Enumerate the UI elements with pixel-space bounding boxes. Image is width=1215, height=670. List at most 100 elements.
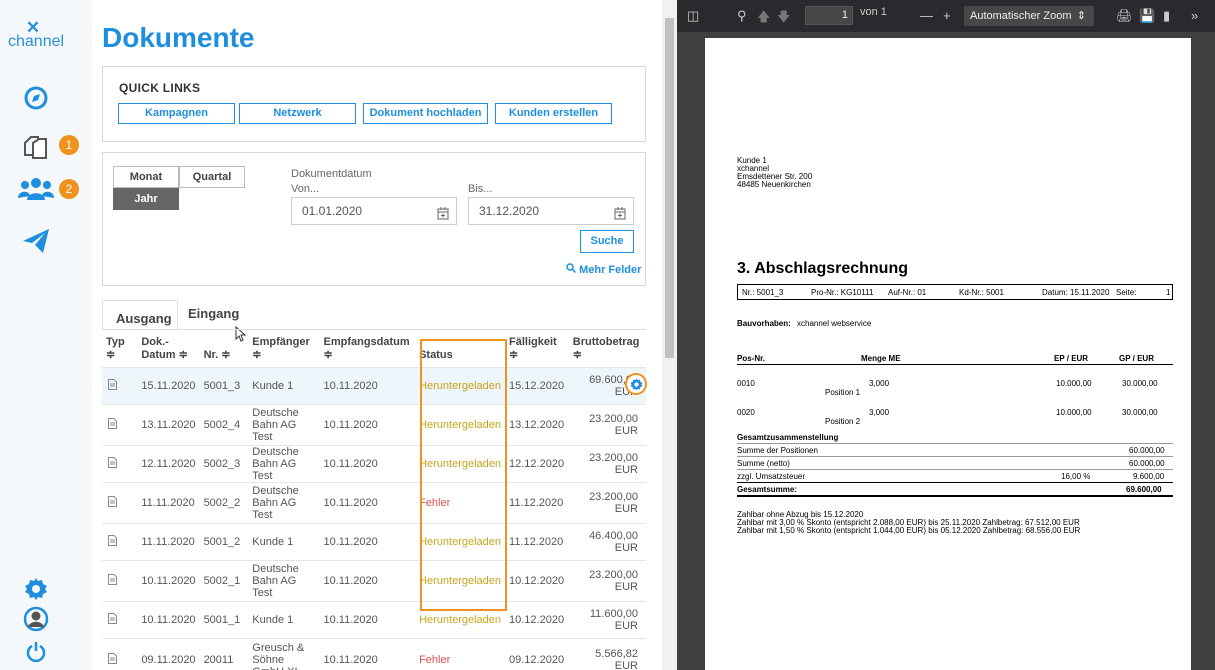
netzwerk-button[interactable]: Netzwerk [239,103,356,124]
settings-gear-icon[interactable] [22,575,50,603]
previous-page-icon[interactable]: 🡅 [757,8,770,30]
table-row[interactable]: 10.11.2020 5002_1 Deutsche Bahn AG Test 10.… [102,559,646,601]
cell-empfaenger: Kunde 1 [248,366,320,404]
logo[interactable]: ✕ channel [8,19,64,50]
table-row[interactable]: 15.11.2020 5001_3 Kunde 1 10.11.2020 Herunte… [102,366,646,404]
next-page-icon[interactable]: 🡇 [777,8,790,30]
suche-button[interactable]: Suche [580,230,634,253]
download-icon[interactable]: 💾 [1139,8,1155,24]
doc-type-icon [102,481,138,523]
calendar-icon[interactable] [614,203,626,229]
zoom-in-button[interactable]: + [943,8,951,23]
pdf-rule [737,469,1173,470]
date-from-input[interactable]: 01.01.2020 [291,197,457,225]
print-icon[interactable]: 🖨 [1116,8,1133,24]
cell-faelligkeit: 10.12.2020 [505,600,569,638]
page-scrollbar[interactable] [662,0,677,670]
doc-type-icon [102,403,138,445]
cell-nr: 5002_2 [199,481,249,523]
cell-faelligkeit-text: 09.12.2020 [509,654,565,666]
table-row[interactable]: 10.11.2020 5001_1 Kunde 1 10.11.2020 Herunte… [102,600,646,638]
col-empfangsdatum[interactable]: Empfangsdatum ≑ [320,330,416,367]
col-dok-datum[interactable]: Dok.- Datum ≑ [137,330,199,367]
tools-menu-icon[interactable]: » [1191,8,1198,23]
find-search-icon[interactable]: ⚲ [737,8,747,24]
mehr-felder-link[interactable]: Mehr Felder [566,263,641,276]
cell-dok-datum: 09.11.2020 [137,637,200,670]
cell-status: Heruntergeladen [415,559,506,601]
cell-status-text: Heruntergeladen [419,535,502,548]
pdf-total-rule [737,495,1173,497]
date-to-input[interactable]: 31.12.2020 [468,197,634,225]
quartal-button[interactable]: Quartal [179,166,245,188]
table-header-row: Typ ≑ Dok.- Datum ≑ Nr. ≑ Empfänger ≑ Emp… [102,330,646,367]
table-row[interactable]: 11.11.2020 5001_2 Kunde 1 10.11.2020 Herunte… [102,522,646,560]
documents-icon[interactable] [22,133,50,161]
col-nr[interactable]: Nr. ≑ [200,330,249,367]
cell-nr-text: 5002_2 [203,496,241,509]
compass-icon[interactable] [22,84,50,112]
users-icon[interactable] [18,175,54,203]
col-status[interactable]: Status [415,330,505,367]
pdf-pos2-menge: 3,000 [869,408,890,417]
cell-empfaenger: Kunde 1 [248,600,320,638]
cell-bruttobetrag-text: 23.200,00 EUR [589,451,638,476]
col-bruttobetrag[interactable]: Bruttobetrag ≑ [569,330,646,367]
jahr-button[interactable]: Jahr [113,188,179,210]
logout-power-icon[interactable] [22,638,50,666]
cell-status: Heruntergeladen [415,522,506,560]
col-typ[interactable]: Typ ≑ [102,330,137,367]
pdf-sum-net-value: 60.000,00 [1129,459,1165,468]
pdf-meta-seite-value: 1 [1166,288,1171,297]
zoom-out-button[interactable]: — [920,8,933,23]
cell-faelligkeit-text: 11.12.2020 [509,535,564,548]
pdf-vat-rate: 16,00 % [1061,472,1091,481]
kampagnen-button[interactable]: Kampagnen [118,103,235,124]
pdf-vat-value: 9.600,00 [1133,472,1165,481]
col-empfaenger[interactable]: Empfänger ≑ [248,330,319,367]
send-icon[interactable] [22,227,50,255]
cell-dok-datum: 10.11.2020 [137,600,200,638]
cell-empfaenger-text: Kunde 1 [252,535,294,548]
pdf-col-pos: Pos-Nr. [737,354,766,363]
tab-eingang[interactable]: Eingang [188,306,239,321]
dokumentdatum-label: Dokumentdatum [291,168,372,180]
cell-empfangsdatum-text: 10.11.2020 [323,379,378,392]
monat-button[interactable]: Monat [113,166,179,188]
calendar-icon[interactable] [437,203,449,229]
bookmark-icon[interactable]: ▮ [1163,8,1170,24]
page-number-input[interactable]: 1 [805,6,853,25]
pdf-meta-pro: Pro-Nr.: KG10111 [811,288,874,297]
cell-empfangsdatum: 10.11.2020 [319,444,416,482]
cell-status-text: Heruntergeladen [419,457,502,470]
scrollbar-thumb[interactable] [665,18,674,358]
cell-bruttobetrag: 23.200,00 EUR [568,481,646,523]
row-settings-gear-icon[interactable] [625,373,647,395]
zoom-select[interactable]: Automatischer Zoom ⇕ [964,6,1094,26]
cell-bruttobetrag: 23.200,00 EUR [568,403,646,445]
cell-status-text: Heruntergeladen [419,613,502,626]
tab-ausgang[interactable]: Ausgang [102,300,178,330]
dokument-hochladen-button[interactable]: Dokument hochladen [363,103,488,124]
cell-dok-datum-text: 10.11.2020 [141,574,196,587]
sidebar-toggle-icon[interactable]: ◫ [687,8,699,24]
cell-faelligkeit: 10.12.2020 [505,559,569,601]
cell-faelligkeit-text: 13.12.2020 [509,418,565,431]
table-row[interactable]: 13.11.2020 5002_4 Deutsche Bahn AG Test 10.… [102,403,646,445]
cell-nr-text: 5001_3 [203,379,241,392]
von-label: Von... [291,183,320,195]
user-profile-icon[interactable] [22,605,50,633]
table-row[interactable]: 09.11.2020 20011 Greusch & Söhne GmbH XI 10… [102,637,646,670]
cell-bruttobetrag-text: 23.200,00 EUR [589,412,638,437]
pdf-vat-label: zzgl. Umsatzsteuer [737,472,806,481]
col-faelligkeit[interactable]: Fälligkeit ≑ [505,330,569,367]
pdf-rule [737,443,1173,444]
cell-nr-text: 5001_1 [203,613,241,626]
cell-empfangsdatum-text: 10.11.2020 [323,496,378,509]
cell-faelligkeit: 11.12.2020 [505,481,569,523]
table-row[interactable]: 11.11.2020 5002_2 Deutsche Bahn AG Test 10.… [102,481,646,523]
pdf-total-value: 69.600,00 [1126,485,1162,494]
cell-empfaenger-text: Deutsche Bahn AG Test [252,484,299,521]
kunden-erstellen-button[interactable]: Kunden erstellen [495,103,612,124]
table-row[interactable]: 12.11.2020 5002_3 Deutsche Bahn AG Test 10.… [102,444,646,482]
